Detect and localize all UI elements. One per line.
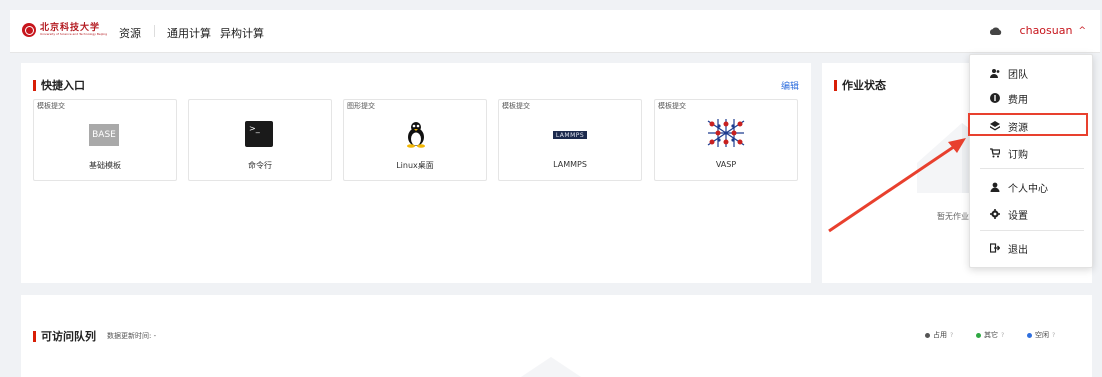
linux-penguin-icon	[407, 122, 425, 148]
quick-card-terminal[interactable]: >_ 命令行	[188, 99, 332, 181]
university-logo[interactable]: 北京科技大学 University of Science and Technol…	[22, 23, 107, 37]
cloud-icon	[989, 26, 1001, 35]
legend-idle: 空闲 ?	[1027, 330, 1055, 340]
legend-other: 其它 ?	[976, 330, 1004, 340]
queues-title: 可访问队列	[41, 330, 96, 343]
quick-entry-title: 快捷入口	[41, 79, 85, 92]
data-updated-time: 数据更新时间: -	[107, 332, 157, 340]
help-icon[interactable]: ?	[1001, 332, 1004, 339]
team-icon	[990, 69, 1000, 78]
menu-item-orders[interactable]: 订购	[970, 142, 1092, 164]
menu-divider	[980, 168, 1084, 169]
nav-heterogeneous-compute[interactable]: 异构计算	[220, 25, 264, 41]
logout-icon	[990, 243, 1000, 253]
card-tag: 模板提交	[37, 102, 65, 110]
university-seal-icon	[22, 23, 36, 37]
quick-card-base-template[interactable]: 模板提交 BASE 基础模板	[33, 99, 177, 181]
gear-icon	[990, 209, 1000, 219]
card-name: LAMMPS	[553, 160, 587, 169]
resources-highlight-box	[968, 113, 1088, 136]
card-name: VASP	[715, 160, 737, 169]
card-tag: 模板提交	[502, 102, 530, 110]
occupied-dot-icon	[925, 332, 930, 338]
quick-entry-panel: 快捷入口 编辑 模板提交 BASE 基础模板 >_ 命令行 图形提交 Linux…	[21, 63, 811, 283]
card-tag: 模板提交	[658, 102, 686, 110]
menu-item-fees[interactable]: 费用	[970, 87, 1092, 109]
legend-occupied: 占用 ?	[925, 330, 953, 340]
menu-item-team[interactable]: 团队	[970, 62, 1092, 84]
nav-resources[interactable]: 资源	[119, 25, 141, 41]
menu-item-profile[interactable]: 个人中心	[970, 176, 1092, 198]
vasp-logo-icon	[706, 119, 746, 147]
terminal-icon: >_	[245, 121, 273, 147]
quick-card-linux-desktop[interactable]: 图形提交 Linux桌面	[343, 99, 487, 181]
menu-item-settings[interactable]: 设置	[970, 203, 1092, 225]
menu-divider	[980, 230, 1084, 231]
menu-item-logout[interactable]: 退出	[970, 237, 1092, 259]
empty-jobs-text: 暂无作业	[937, 212, 969, 221]
nav-divider	[154, 25, 155, 37]
card-name: 命令行	[248, 161, 272, 170]
title-accent-bar	[33, 330, 36, 342]
other-dot-icon	[976, 332, 981, 338]
card-name: Linux桌面	[396, 161, 434, 170]
card-tag: 图形提交	[347, 102, 375, 110]
help-icon[interactable]: ?	[1052, 332, 1055, 339]
title-accent-bar	[834, 79, 837, 91]
quick-card-vasp[interactable]: 模板提交 VASP	[654, 99, 798, 181]
top-navbar: 北京科技大学 University of Science and Technol…	[10, 10, 1100, 53]
chevron-up-icon: ^	[1078, 25, 1086, 36]
empty-state-illustration	[521, 357, 581, 377]
help-icon[interactable]: ?	[950, 332, 953, 339]
user-menu-trigger[interactable]: chaosuan ^	[989, 24, 1086, 37]
cart-icon	[990, 148, 1000, 158]
nav-general-compute[interactable]: 通用计算	[167, 25, 211, 41]
logo-subtext: University of Science and Technology Bei…	[40, 32, 108, 36]
base-template-icon: BASE	[89, 124, 119, 146]
lammps-logo-icon: LAMMPS	[553, 131, 587, 139]
job-status-title: 作业状态	[842, 79, 886, 92]
idle-dot-icon	[1027, 332, 1032, 338]
user-dropdown-menu: 团队 费用 资源 订购 个人中心 设置 退出	[969, 54, 1093, 268]
quick-card-lammps[interactable]: 模板提交 LAMMPS LAMMPS	[498, 99, 642, 181]
title-accent-bar	[33, 79, 36, 91]
username: chaosuan	[1019, 24, 1073, 37]
fee-icon	[990, 93, 1000, 103]
card-name: 基础模板	[89, 161, 121, 170]
user-icon	[990, 182, 1000, 192]
edit-link[interactable]: 编辑	[781, 79, 799, 92]
accessible-queues-panel: 可访问队列 数据更新时间: - 占用 ? 其它 ? 空闲 ?	[21, 295, 1092, 377]
